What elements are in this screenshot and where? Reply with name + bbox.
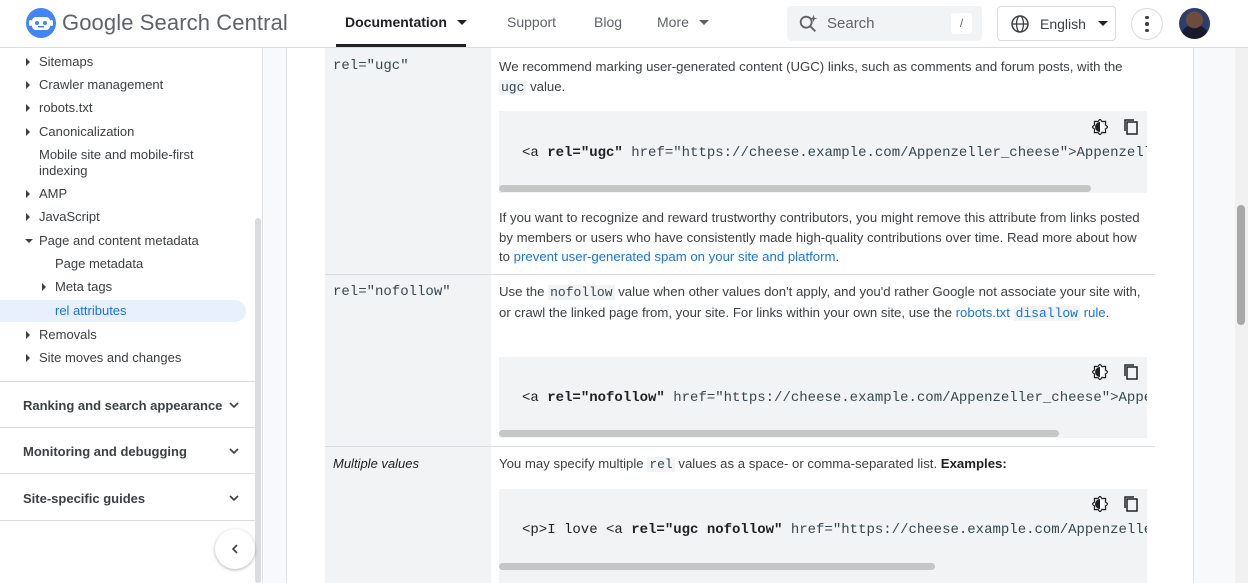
chevron-left-icon [231, 544, 238, 554]
multiple-description: You may specify multiple rel values as a… [499, 456, 1007, 472]
sidebar-item-meta-tags[interactable]: Meta tags [55, 279, 112, 295]
theme-toggle-icon[interactable] [1092, 364, 1108, 380]
sidebar-item-sitemaps[interactable]: Sitemaps [39, 54, 93, 70]
code-line: <p>I love <a rel="ugc nofollow" href="ht… [522, 522, 1147, 538]
expand-arrow-icon[interactable] [26, 213, 30, 221]
sidebar-item-robots-txt[interactable]: robots.txt [39, 100, 92, 116]
sidebar-item-rel-attributes[interactable]: rel attributes [55, 303, 127, 319]
section-monitoring[interactable]: Monitoring and debugging [23, 444, 187, 459]
ugc-description: We recommend marking user-generated cont… [499, 59, 1123, 95]
more-options-icon[interactable] [1131, 8, 1163, 40]
divider [0, 473, 255, 474]
chevron-down-icon [456, 19, 467, 25]
ugc-followup: If you want to recognize and reward trus… [499, 210, 1140, 264]
page-scrollbar-thumb[interactable] [1237, 205, 1245, 325]
chevron-down-icon [698, 19, 709, 25]
row-label-ugc: rel="ugc" [333, 58, 409, 74]
nav-documentation-label: Documentation [345, 14, 447, 30]
copy-icon[interactable] [1123, 363, 1139, 381]
expand-arrow-icon[interactable] [26, 81, 30, 89]
nav-blog[interactable]: Blog [594, 14, 622, 30]
nav-more-label: More [657, 14, 689, 30]
globe-icon [1011, 14, 1029, 33]
nav-documentation[interactable]: Documentation [345, 14, 467, 30]
site-title[interactable]: Google Search Central [62, 10, 288, 36]
sidebar-scrollbar[interactable] [255, 218, 261, 583]
sidebar-item-amp[interactable]: AMP [39, 186, 67, 202]
expand-arrow-icon[interactable] [26, 128, 30, 136]
code-sample-ugc[interactable]: <a rel="ugc" href="https://cheese.exampl… [499, 111, 1147, 193]
chevron-down-icon[interactable] [229, 400, 239, 410]
row-divider [325, 274, 1155, 275]
sidebar-item-crawler-management[interactable]: Crawler management [39, 77, 163, 93]
expand-arrow-icon[interactable] [42, 283, 46, 291]
row-label-multiple: Multiple values [333, 456, 419, 471]
collapse-arrow-icon[interactable] [25, 239, 33, 243]
chevron-down-icon[interactable] [229, 493, 239, 503]
code-horizontal-scrollbar[interactable] [499, 430, 1059, 437]
search-placeholder: Search [827, 15, 875, 32]
sidebar-item-page-metadata[interactable]: Page metadata [55, 256, 143, 272]
expand-arrow-icon[interactable] [26, 190, 30, 198]
code-line: <a rel="ugc" href="https://cheese.exampl… [522, 145, 1147, 161]
code-sample-nofollow[interactable]: <a rel="nofollow" href="https://cheese.e… [499, 357, 1147, 438]
copy-icon[interactable] [1123, 118, 1139, 136]
sidebar-item-removals[interactable]: Removals [39, 327, 97, 343]
expand-arrow-icon[interactable] [26, 354, 30, 362]
sidebar-item-canonicalization[interactable]: Canonicalization [39, 124, 134, 140]
row-label-nofollow: rel="nofollow" [333, 284, 451, 300]
divider [0, 520, 255, 521]
avatar[interactable] [1179, 8, 1210, 39]
collapse-sidebar-button[interactable] [215, 529, 255, 569]
chevron-down-icon[interactable] [229, 446, 239, 456]
language-selector[interactable]: English [997, 6, 1116, 41]
divider [0, 427, 255, 428]
expand-arrow-icon[interactable] [26, 104, 30, 112]
search-spark-icon [799, 14, 818, 32]
expand-arrow-icon[interactable] [26, 331, 30, 339]
divider [0, 381, 255, 382]
nav-active-indicator [336, 44, 466, 47]
language-label: English [1040, 15, 1086, 32]
nav-support[interactable]: Support [507, 14, 556, 30]
section-site-specific[interactable]: Site-specific guides [23, 491, 145, 506]
theme-toggle-icon[interactable] [1092, 496, 1108, 512]
top-header: Google Search Central Documentation Supp… [0, 0, 1248, 48]
prevent-spam-link[interactable]: prevent user-generated spam on your site… [514, 249, 836, 264]
search-input[interactable]: Search / [787, 6, 982, 41]
copy-icon[interactable] [1123, 495, 1139, 513]
row-divider [325, 446, 1155, 447]
code-horizontal-scrollbar[interactable] [499, 185, 1091, 192]
robots-disallow-link[interactable]: robots.txt disallow rule [956, 305, 1106, 321]
chevron-down-icon [1097, 21, 1108, 26]
code-line: <a rel="nofollow" href="https://cheese.e… [522, 390, 1147, 406]
code-sample-multiple[interactable]: <p>I love <a rel="ugc nofollow" href="ht… [499, 489, 1147, 583]
code-horizontal-scrollbar[interactable] [499, 563, 935, 570]
search-central-logo-icon[interactable] [25, 7, 57, 39]
sidebar-item-mobile-site-line2[interactable]: indexing [39, 163, 87, 179]
sidebar-item-javascript[interactable]: JavaScript [39, 209, 100, 225]
section-ranking[interactable]: Ranking and search appearance [23, 398, 222, 413]
sidebar-item-mobile-site-line1[interactable]: Mobile site and mobile-first [39, 147, 194, 163]
search-shortcut-key: / [951, 13, 972, 34]
sidebar-item-page-content-metadata[interactable]: Page and content metadata [39, 233, 199, 249]
nav-more[interactable]: More [657, 14, 709, 30]
expand-arrow-icon[interactable] [26, 58, 30, 66]
nofollow-description: Use the nofollow value when other values… [499, 284, 1141, 321]
sidebar: Sitemaps Crawler management robots.txt C… [0, 48, 263, 583]
theme-toggle-icon[interactable] [1092, 119, 1108, 135]
table-label-column [325, 48, 491, 583]
sidebar-item-site-moves[interactable]: Site moves and changes [39, 350, 181, 366]
